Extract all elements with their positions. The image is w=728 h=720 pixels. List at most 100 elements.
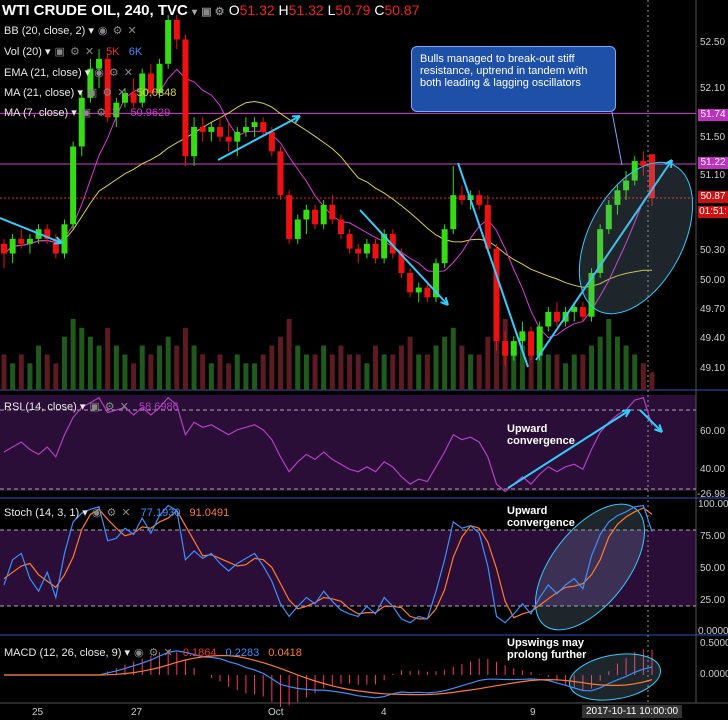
candle-body — [277, 151, 284, 196]
legend-ma7[interactable]: MA (7, close) ▾ ▣ ⚙ ✕ 50.9629 — [4, 106, 170, 119]
stoch-tick: 25.00 — [700, 595, 726, 606]
candle-body — [337, 219, 344, 235]
legend-stoch-d: 91.0491 — [189, 507, 230, 519]
price-tick: 49.70 — [700, 304, 726, 315]
symbol-title[interactable]: WTI CRUDE OIL, 240, TVC — [2, 2, 188, 19]
candle-body — [424, 287, 431, 298]
volume-bar — [571, 354, 577, 390]
volume-bar — [433, 345, 439, 390]
time-tick: Oct — [268, 707, 284, 718]
chevron-down-icon[interactable]: ▾ — [124, 647, 130, 659]
volume-bar — [476, 354, 482, 390]
candle-body — [346, 234, 353, 249]
candle-body — [251, 122, 258, 128]
cursor-time-label: 2017-10-11 10:00:00 — [582, 705, 683, 718]
volume-bar — [295, 345, 301, 390]
time-tick: 4 — [381, 707, 387, 718]
legend-rsi-label: RSI (14, close) — [4, 401, 77, 413]
candle-body — [312, 209, 319, 225]
candle-body — [234, 131, 241, 142]
volume-bar — [597, 336, 603, 390]
legend-ma21-value: 50.0848 — [136, 87, 177, 99]
low-value: 50.79 — [335, 2, 371, 18]
volume-bar — [407, 336, 413, 390]
candle-body — [286, 195, 293, 239]
volume-bar — [260, 354, 266, 390]
legend-vol-icons[interactable]: ▣ ⚙ ✕ — [55, 46, 96, 58]
volume-bar — [252, 363, 258, 390]
high-label: H — [278, 2, 289, 18]
legend-rsi-icons[interactable]: ▣ ⚙ ✕ — [89, 401, 130, 413]
volume-bar — [157, 345, 163, 390]
volume-bar — [27, 363, 33, 390]
volume-bar — [105, 327, 111, 390]
price-tick: 49.10 — [700, 363, 726, 374]
volume-bar — [459, 345, 465, 390]
candle-body — [458, 195, 465, 200]
price-tag-resistance: 51.74 — [698, 109, 728, 121]
legend-stoch-icons[interactable]: ◉ ⚙ ✕ — [92, 507, 132, 519]
chevron-down-icon[interactable]: ▾ — [71, 107, 77, 119]
volume-bar — [632, 354, 638, 390]
price-tag-level: 51.22 — [698, 157, 728, 169]
candle-body — [70, 146, 77, 225]
legend-bb[interactable]: BB (20, close, 2) ▾ ◉ ⚙ ✕ — [4, 24, 138, 37]
symbol-dropdown-icon[interactable]: ▾ — [192, 7, 197, 18]
legend-ma7-icons[interactable]: ▣ ⚙ ✕ — [81, 107, 122, 119]
volume-bar — [347, 354, 353, 390]
volume-bar — [640, 363, 646, 390]
price-tick: 51.50 — [700, 132, 726, 143]
chevron-down-icon[interactable]: ▾ — [77, 87, 83, 99]
candle-body — [407, 272, 414, 293]
volume-bar — [208, 363, 214, 390]
price-tick: 49.40 — [700, 333, 726, 344]
rsi-tick: 60.00 — [700, 426, 726, 437]
chevron-down-icon[interactable]: ▾ — [45, 46, 51, 58]
volume-bar — [485, 336, 491, 390]
legend-macd[interactable]: MACD (12, 26, close, 9) ▾ ◉ ⚙ ✕ 0.1864 0.… — [4, 646, 302, 659]
header-icons[interactable]: ▣ ⚙ — [201, 6, 224, 18]
legend-rsi[interactable]: RSI (14, close) ▾ ▣ ⚙ ✕ 58.6986 — [4, 400, 179, 413]
legend-macd-signal: 0.0418 — [268, 647, 302, 659]
candle-body — [191, 127, 198, 157]
candle-body — [545, 311, 552, 327]
volume-bar — [606, 318, 612, 390]
legend-ema-label: EMA (21, close) — [4, 67, 82, 79]
volume-bar — [226, 363, 232, 390]
candle-body — [18, 238, 25, 244]
volume-bar — [321, 345, 327, 390]
legend-ema[interactable]: EMA (21, close) ▾ ◉ ⚙ ✕ — [4, 66, 134, 79]
legend-macd-icons[interactable]: ◉ ⚙ ✕ — [134, 647, 174, 659]
candle-body — [61, 224, 68, 254]
chart-header: WTI CRUDE OIL, 240, TVC ▾ ▣ ⚙ O51.32 H51… — [2, 2, 420, 19]
price-tick: 52.50 — [700, 37, 726, 48]
volume-bar — [79, 327, 85, 390]
volume-bar — [217, 354, 223, 390]
candle-body — [502, 341, 509, 356]
volume-bar — [312, 354, 318, 390]
legend-stoch[interactable]: Stoch (14, 3, 1) ▾ ◉ ⚙ ✕ 77.1930 91.0491 — [4, 506, 229, 519]
rsi-annotation: Upward convergence — [507, 423, 575, 447]
volume-bar — [36, 345, 42, 390]
volume-bar — [303, 354, 309, 390]
volume-bar — [614, 336, 620, 390]
legend-bb-icons[interactable]: ◉ ⚙ ✕ — [98, 25, 138, 37]
volume-bar — [554, 354, 560, 390]
legend-ma21-icons[interactable]: ▣ ⚙ ✕ — [87, 87, 128, 99]
candle-body — [303, 209, 310, 220]
time-tick: 27 — [131, 707, 143, 718]
legend-ema-icons[interactable]: ◉ ⚙ ✕ — [94, 67, 134, 79]
candle-body — [242, 127, 249, 132]
chevron-down-icon[interactable]: ▾ — [80, 401, 86, 413]
chevron-down-icon[interactable]: ▾ — [85, 67, 91, 79]
legend-vol[interactable]: Vol (20) ▾ ▣ ⚙ ✕ 5K 6K — [4, 45, 142, 58]
chevron-down-icon[interactable]: ▾ — [82, 507, 88, 519]
volume-bar — [174, 345, 180, 390]
legend-macd-line: 0.2283 — [225, 647, 260, 659]
stoch-annotation: Upward convergence — [507, 505, 575, 529]
volume-bar — [182, 327, 188, 390]
candle-body — [294, 219, 301, 239]
candle-body — [363, 243, 370, 254]
legend-ma21[interactable]: MA (21, close) ▾ ▣ ⚙ ✕ 50.0848 — [4, 86, 176, 99]
chevron-down-icon[interactable]: ▾ — [88, 25, 94, 37]
